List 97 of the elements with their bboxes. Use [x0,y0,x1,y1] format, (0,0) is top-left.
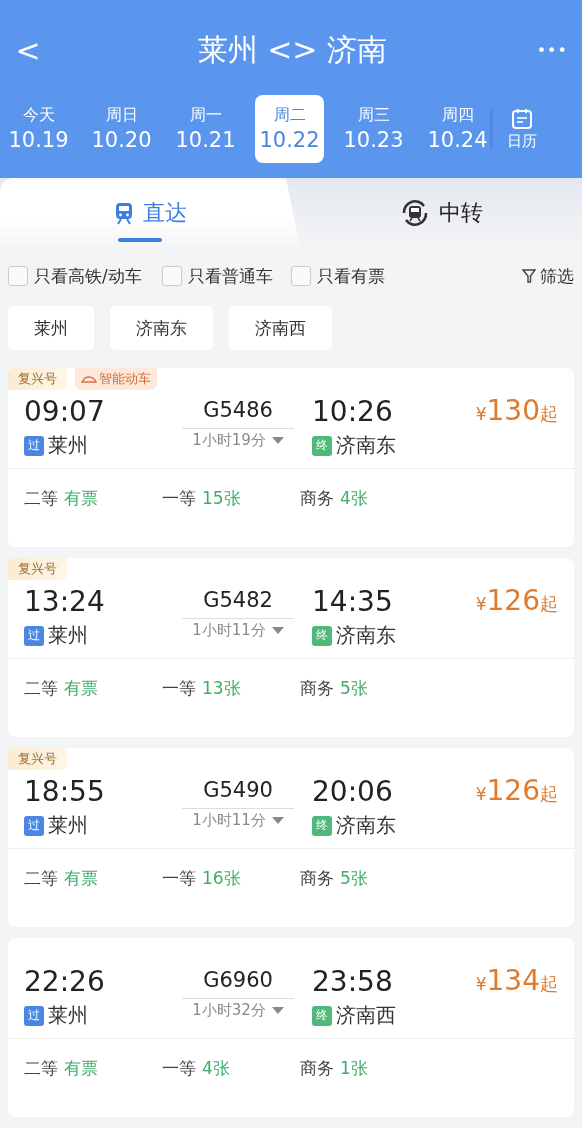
checkbox[interactable] [290,266,311,286]
train-tag: 复兴号 [8,748,67,770]
back-button[interactable]: < [8,30,48,70]
departure-station: 莱州 [48,432,88,459]
station-badge: 过 [24,1005,44,1026]
arrival-station: 济南东 [336,812,396,839]
caret-icon [271,627,284,634]
seat-availability: 5张 [340,676,368,700]
station-badge: 过 [24,625,44,646]
price: ¥126起 [475,773,558,809]
seat-class: 一等 [162,866,196,890]
seat-class: 二等 [24,866,58,890]
seat-availability: 1张 [340,1056,368,1080]
station-badge: 过 [24,435,44,456]
seat-class: 一等 [162,486,196,510]
departure-time: 09:07 [24,394,106,430]
train-card[interactable]: 复兴号 智能动车 09:07 过 莱州 G5486 1小时19分 10:26 终 济南东 ¥130起 二等 有票 一等 15张 商务 4张 [8,368,574,547]
departure-station: 莱州 [48,622,88,649]
seat-availability: 4张 [202,1056,230,1080]
arrival-time: 14:35 [312,584,394,620]
seat-class: 二等 [24,676,58,700]
seat-class: 一等 [162,676,196,700]
seat-availability: 有票 [64,866,98,890]
station-chip[interactable]: 莱州 [8,306,94,350]
train-nose-icon [81,375,97,383]
filter-label[interactable]: 只看高铁/动车 [34,264,142,288]
date-tab[interactable]: 周四 10.24 [423,95,492,163]
train-card[interactable]: 复兴号 18:55 过 莱州 G5490 1小时11分 20:06 终 济南东 ¥126起 二等 有票 一等 16张 商务 5张 [8,748,574,927]
departure-time: 22:26 [24,964,106,1000]
arrival-time: 20:06 [312,774,394,810]
seat-class: 二等 [24,1056,58,1080]
filter-button[interactable]: 筛选 [522,264,574,288]
seat-availability: 4张 [340,486,368,510]
page-title: 莱州 <> 济南 [197,30,387,69]
seat-class: 二等 [24,486,58,510]
station-badge: 过 [24,815,44,836]
checkbox[interactable] [161,266,182,286]
train-tag: 复兴号 [8,558,67,580]
caret-icon [271,437,284,444]
seat-availability: 5张 [340,866,368,890]
arrival-time: 23:58 [312,964,394,1000]
caret-icon [271,817,284,824]
train-card[interactable]: 复兴号 13:24 过 莱州 G5482 1小时11分 14:35 终 济南东 ¥126起 二等 有票 一等 13张 商务 5张 [8,558,574,737]
calendar-icon [511,107,533,130]
station-chip[interactable]: 济南东 [110,306,213,350]
departure-time: 18:55 [24,774,106,810]
price: ¥126起 [475,583,558,619]
seat-class: 商务 [300,1056,334,1080]
caret-icon [271,1007,284,1014]
duration-dropdown[interactable]: 1小时11分 [192,811,284,830]
station-badge: 终 [312,625,332,646]
seat-class: 商务 [300,676,334,700]
train-number: G6960 [182,962,294,999]
checkbox[interactable] [8,266,28,286]
seat-availability: 有票 [64,676,98,700]
seat-availability: 13张 [202,676,241,700]
arrival-time: 10:26 [312,394,394,430]
filter-label[interactable]: 只看有票 [316,264,385,288]
departure-station: 莱州 [48,1002,88,1029]
departure-time: 13:24 [24,584,106,620]
date-tab[interactable]: 周三 10.23 [339,95,408,163]
departure-station: 莱州 [48,812,88,839]
duration-dropdown[interactable]: 1小时32分 [192,1001,284,1020]
seat-availability: 15张 [202,486,241,510]
train-icon [113,201,135,225]
price: ¥134起 [475,963,558,999]
more-button[interactable]: ••• [536,35,568,65]
duration-dropdown[interactable]: 1小时11分 [192,621,284,640]
price: ¥130起 [475,393,558,429]
date-tab[interactable]: 周二 10.22 [255,95,324,163]
date-tab[interactable]: 周一 10.21 [171,95,240,163]
arrival-station: 济南西 [336,1002,396,1029]
train-number: G5490 [182,772,294,809]
train-number: G5486 [182,392,294,429]
seat-class: 一等 [162,1056,196,1080]
seat-class: 商务 [300,866,334,890]
date-tab[interactable]: 周日 10.20 [87,95,156,163]
train-tag: 复兴号 [8,368,67,390]
route-tab[interactable]: 中转 [300,178,582,248]
seat-availability: 有票 [64,486,98,510]
arrival-station: 济南东 [336,432,396,459]
station-chip[interactable]: 济南西 [229,306,332,350]
date-tab[interactable]: 今天 10.19 [4,95,73,163]
train-number: G5482 [182,582,294,619]
seat-availability: 16张 [202,866,241,890]
calendar-button[interactable]: 日历 [507,107,537,151]
seat-class: 商务 [300,486,334,510]
station-badge: 终 [312,1005,332,1026]
duration-dropdown[interactable]: 1小时19分 [192,431,284,450]
funnel-icon [522,268,536,284]
train-card[interactable]: 22:26 过 莱州 G6960 1小时32分 23:58 终 济南西 ¥134起 二等 有票 一等 4张 商务 1张 [8,938,574,1117]
station-badge: 终 [312,815,332,836]
arrival-station: 济南东 [336,622,396,649]
seat-availability: 有票 [64,1056,98,1080]
station-badge: 终 [312,435,332,456]
filter-label[interactable]: 只看普通车 [187,264,273,288]
train-tag: 智能动车 [75,368,157,390]
